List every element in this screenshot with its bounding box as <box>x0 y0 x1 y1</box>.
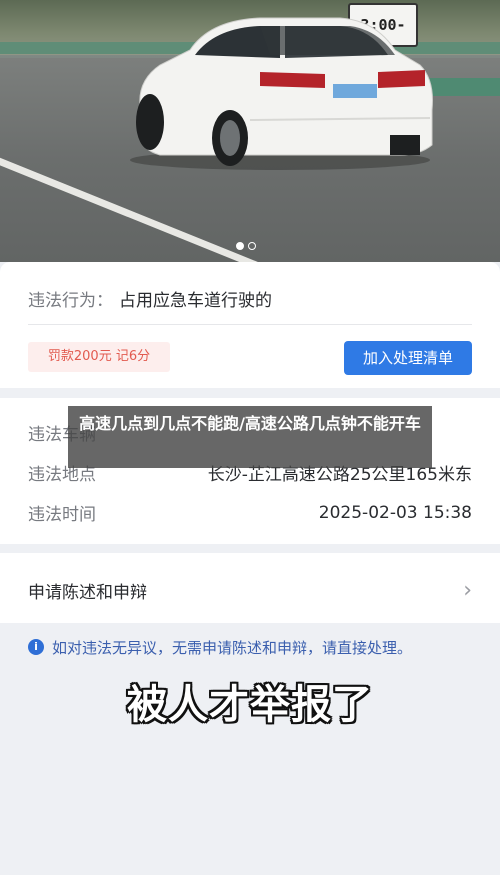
white-car <box>130 17 433 170</box>
info-icon: i <box>28 639 44 655</box>
time-row: 违法时间 2025-02-03 15:38 <box>28 500 472 526</box>
violation-row: 违法行为： 占用应急车道行驶的 <box>28 286 272 311</box>
carousel-dot-1[interactable] <box>236 242 244 250</box>
violation-photo[interactable]: 3:00-5:00 <box>0 0 500 262</box>
time-value: 2025-02-03 15:38 <box>318 502 472 523</box>
appeal-label: 申请陈述和申辩 <box>28 583 147 603</box>
notice-text: 如对违法无异议，无需申请陈述和申辩，请直接处理。 <box>52 639 413 657</box>
time-label: 违法时间 <box>28 505 96 525</box>
notice-area <box>0 623 500 875</box>
chevron-right-icon: › <box>463 578 472 603</box>
add-to-list-button[interactable]: 加入处理清单 <box>344 341 472 375</box>
carousel-dot-2[interactable] <box>248 242 256 250</box>
fine-badge: 罚款200元 记6分 <box>28 342 170 372</box>
notice: i 如对违法无异议，无需申请陈述和申辩，请直接处理。 <box>28 636 472 660</box>
divider <box>28 324 472 325</box>
violation-value: 占用应急车道行驶的 <box>119 291 272 311</box>
violation-label: 违法行为： <box>28 291 113 311</box>
overlay-title: 高速几点到几点不能跑/高速公路几点钟不能开车 <box>68 406 432 468</box>
appeal-row[interactable]: 申请陈述和申辩 › <box>28 578 472 603</box>
video-caption: 被人才举报了 <box>127 682 373 728</box>
carousel-indicator <box>236 242 256 250</box>
